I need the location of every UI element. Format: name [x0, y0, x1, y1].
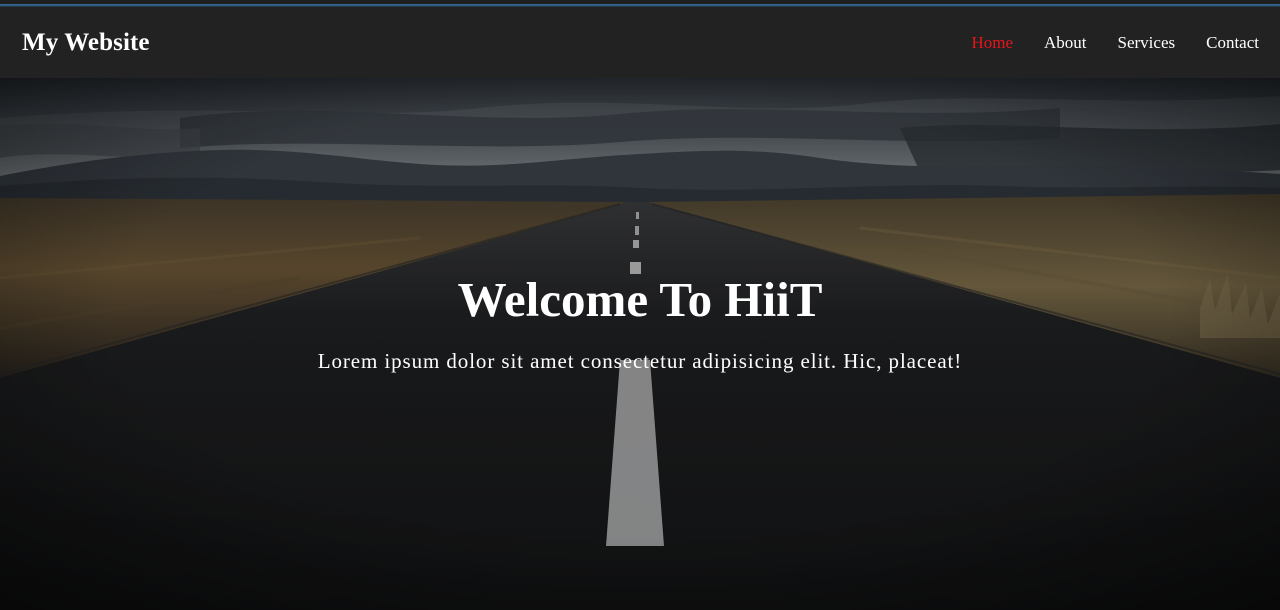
nav-link-home[interactable]: Home [971, 33, 1013, 52]
hero-title: Welcome To HiiT [457, 272, 823, 327]
hero-section: Welcome To HiiT Lorem ipsum dolor sit am… [0, 78, 1280, 610]
hero-content: Welcome To HiiT Lorem ipsum dolor sit am… [0, 78, 1280, 610]
top-accent-bar [0, 0, 1280, 7]
nav-link-about[interactable]: About [1044, 33, 1087, 52]
site-brand[interactable]: My Website [22, 29, 150, 57]
nav-link-services[interactable]: Services [1118, 33, 1176, 52]
nav-links: Home About Services Contact [971, 33, 1259, 53]
hero-subtitle: Lorem ipsum dolor sit amet consectetur a… [317, 349, 963, 373]
nav-link-contact[interactable]: Contact [1206, 33, 1259, 52]
navbar: My Website Home About Services Contact [0, 7, 1280, 78]
